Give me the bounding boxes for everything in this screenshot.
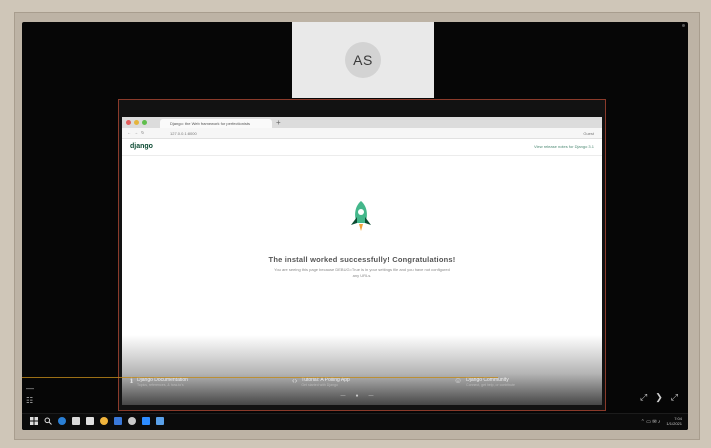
success-subtext: You are seeing this page because DEBUG=T… (274, 267, 450, 278)
mini-control-right[interactable]: — (369, 393, 384, 399)
collapse-icon[interactable]: — (26, 384, 34, 393)
maximize-dot-icon[interactable] (142, 120, 147, 125)
close-dot-icon[interactable] (126, 120, 131, 125)
windows-taskbar: ⌃ ▭ ✉ ♪ 7:04 1/1/2021 (22, 413, 688, 430)
right-controls: ⤢ ❯ ⤢ (640, 392, 678, 403)
expand-icon[interactable]: ⤢ (640, 392, 647, 403)
tutorial-link-subtitle: Get started with Django (301, 383, 338, 387)
edge-icon[interactable] (58, 417, 66, 425)
app-icon[interactable] (128, 417, 136, 425)
file-explorer-icon[interactable] (72, 417, 80, 425)
footer-links: ℹ Django Documentation Topics, reference… (130, 376, 594, 388)
zoom-icon[interactable] (142, 417, 150, 425)
window-controls (126, 120, 147, 125)
tutorial-link[interactable]: ‹› Tutorial: A Polling App Get started w… (292, 376, 432, 388)
shared-screen: Django: the Web framework for perfection… (118, 99, 606, 411)
reload-icon[interactable]: ↻ (141, 130, 147, 135)
avatar: AS (345, 42, 381, 78)
progress-line (22, 377, 498, 378)
info-icon: ℹ (130, 376, 134, 385)
meeting-window: AS Django: the Web framework for perfect… (22, 22, 688, 430)
start-icon[interactable] (30, 417, 38, 425)
success-heading: The install worked successfully! Congrat… (268, 255, 456, 264)
clock[interactable]: 7:04 1/1/2021 (666, 416, 682, 426)
corner-indicator (682, 24, 685, 27)
store-icon[interactable] (86, 417, 94, 425)
vscode-icon[interactable] (156, 417, 164, 425)
django-logo: django (130, 143, 153, 150)
community-link-subtitle: Connect, get help, or contribute (466, 383, 516, 387)
rocket-icon (351, 201, 371, 231)
forward-icon[interactable]: → (134, 130, 141, 135)
tab-bar: Django: the Web framework for perfection… (122, 117, 602, 128)
django-header: django View release notes for Django 3.1 (122, 139, 602, 156)
search-icon[interactable] (44, 417, 52, 425)
docs-link[interactable]: ℹ Django Documentation Topics, reference… (130, 376, 270, 388)
next-icon[interactable]: ❯ (655, 392, 663, 403)
tray-icons[interactable]: ⌃ ▭ ✉ ♪ (641, 419, 661, 425)
url-input[interactable]: 127.0.0.1:8000 (170, 131, 197, 136)
mini-control-left[interactable]: — (340, 393, 355, 399)
chrome-icon[interactable] (100, 417, 108, 425)
nav-buttons[interactable]: ←→↻ (127, 130, 147, 135)
mini-control-center[interactable]: ● (355, 393, 368, 399)
left-controls: — ☷ (26, 384, 56, 414)
address-bar: ←→↻ 127.0.0.1:8000 Guest (122, 128, 602, 139)
clock-date: 1/1/2021 (666, 420, 682, 426)
taskbar-apps (30, 417, 164, 425)
profile-label[interactable]: Guest (583, 131, 594, 136)
tab-django[interactable]: Django: the Web framework for perfection… (160, 119, 272, 128)
community-link[interactable]: ☺ Django Community Connect, get help, or… (454, 376, 594, 388)
fullscreen-icon[interactable]: ⤢ (671, 392, 678, 403)
back-icon[interactable]: ← (127, 130, 134, 135)
new-tab-button[interactable]: + (276, 117, 281, 128)
mail-icon[interactable] (114, 417, 122, 425)
participant-tile[interactable]: AS (292, 22, 434, 98)
release-notes-link[interactable]: View release notes for Django 3.1 (534, 144, 594, 149)
minimize-dot-icon[interactable] (134, 120, 139, 125)
browser-window: Django: the Web framework for perfection… (122, 117, 602, 405)
presentation-mini-controls[interactable]: —●— (122, 393, 602, 399)
system-tray: ⌃ ▭ ✉ ♪ 7:04 1/1/2021 (641, 416, 682, 426)
chat-icon[interactable]: ☷ (26, 396, 33, 405)
community-icon: ☺ (454, 376, 463, 385)
code-icon: ‹› (292, 376, 298, 385)
docs-link-subtitle: Topics, references, & how-to's (137, 383, 184, 387)
